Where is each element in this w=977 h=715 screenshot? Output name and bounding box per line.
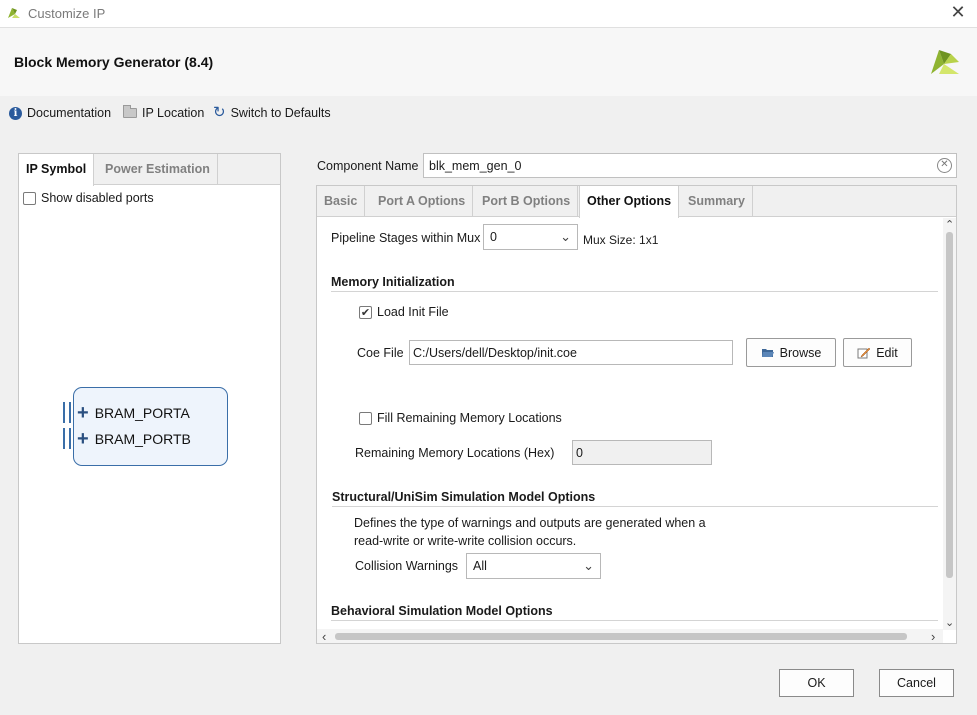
cancel-button[interactable]: Cancel xyxy=(879,669,954,697)
ip-symbol-block xyxy=(73,387,228,466)
window-title: Customize IP xyxy=(28,6,106,21)
section-divider xyxy=(332,506,938,507)
switch-defaults-button[interactable]: ↻ Switch to Defaults xyxy=(213,104,331,121)
fill-remaining-checkbox[interactable] xyxy=(359,411,372,425)
xilinx-logo-icon xyxy=(931,50,959,74)
ip-symbol-panel: IP Symbol Power Estimation Show disabled… xyxy=(18,153,281,644)
vertical-scrollbar[interactable]: ⌃ ⌄ xyxy=(943,218,956,630)
horizontal-scroll-thumb[interactable] xyxy=(335,633,907,640)
remaining-locations-input[interactable]: 0 xyxy=(572,440,712,465)
component-name-label: Component Name xyxy=(317,159,419,173)
expand-plus-icon[interactable]: + xyxy=(77,429,89,449)
cancel-label: Cancel xyxy=(897,676,936,690)
switch-defaults-label: Switch to Defaults xyxy=(230,106,331,120)
tab-power-estimation[interactable]: Power Estimation xyxy=(98,154,218,185)
page-title: Block Memory Generator (8.4) xyxy=(14,54,214,70)
tab-port-b-options[interactable]: Port B Options xyxy=(475,186,579,217)
app-logo-icon xyxy=(8,8,20,18)
remaining-locations-value: 0 xyxy=(576,446,583,460)
edit-label: Edit xyxy=(876,345,898,360)
load-init-label: Load Init File xyxy=(377,305,449,319)
port-a-label: BRAM_PORTA xyxy=(94,404,190,421)
coe-file-label: Coe File xyxy=(357,346,404,360)
scroll-left-icon[interactable]: ‹ xyxy=(322,629,326,644)
scroll-down-icon[interactable]: ⌄ xyxy=(945,616,954,629)
left-tab-bar: IP Symbol Power Estimation xyxy=(19,154,280,186)
scroll-right-icon[interactable]: › xyxy=(931,629,935,644)
memory-init-heading: Memory Initialization xyxy=(331,275,455,289)
show-disabled-ports-label: Show disabled ports xyxy=(41,191,154,205)
pipeline-stages-label: Pipeline Stages within Mux xyxy=(331,231,481,245)
bus-port-icon xyxy=(63,428,71,449)
section-divider xyxy=(331,620,938,621)
tab-port-a-options[interactable]: Port A Options xyxy=(371,186,474,217)
title-bar: Customize IP ✕ xyxy=(0,0,977,28)
info-icon: i xyxy=(9,106,22,120)
coe-file-value: C:/Users/dell/Desktop/init.coe xyxy=(413,346,577,360)
ok-button[interactable]: OK xyxy=(779,669,854,697)
chevron-down-icon: ⌄ xyxy=(583,558,594,573)
coe-file-input[interactable]: C:/Users/dell/Desktop/init.coe xyxy=(409,340,733,365)
tab-basic[interactable]: Basic xyxy=(317,186,366,217)
port-b-label: BRAM_PORTB xyxy=(94,430,191,447)
documentation-button[interactable]: i Documentation xyxy=(9,106,111,120)
vertical-scroll-thumb[interactable] xyxy=(946,232,953,578)
chevron-down-icon: ⌄ xyxy=(560,229,571,244)
expand-plus-icon[interactable]: + xyxy=(77,403,89,423)
folder-icon xyxy=(123,105,137,118)
ip-location-label: IP Location xyxy=(142,106,205,120)
close-icon[interactable]: ✕ xyxy=(947,2,969,23)
open-folder-icon xyxy=(761,349,774,357)
load-init-row[interactable]: ✔ Load Init File xyxy=(359,305,449,319)
collision-warnings-select[interactable]: All ⌄ xyxy=(466,553,601,579)
fill-remaining-label: Fill Remaining Memory Locations xyxy=(377,411,562,425)
browse-label: Browse xyxy=(779,345,822,360)
edit-button[interactable]: Edit xyxy=(843,338,912,367)
show-disabled-ports-checkbox[interactable] xyxy=(23,191,36,205)
remaining-locations-label: Remaining Memory Locations (Hex) xyxy=(355,446,555,460)
fill-remaining-row[interactable]: Fill Remaining Memory Locations xyxy=(359,411,562,425)
port-a-row[interactable]: + BRAM_PORTA xyxy=(63,402,190,423)
edit-icon xyxy=(857,347,871,358)
component-name-value: blk_mem_gen_0 xyxy=(429,159,522,173)
browse-button[interactable]: Browse xyxy=(746,338,836,367)
refresh-icon: ↻ xyxy=(213,104,226,121)
collision-warnings-label: Collision Warnings xyxy=(355,559,459,573)
structural-options-heading: Structural/UniSim Simulation Model Optio… xyxy=(332,490,596,504)
show-disabled-ports-row[interactable]: Show disabled ports xyxy=(23,191,154,205)
behavioral-options-heading: Behavioral Simulation Model Options xyxy=(331,604,553,618)
port-b-row[interactable]: + BRAM_PORTB xyxy=(63,428,191,449)
mux-size-label: Mux Size: 1x1 xyxy=(583,233,659,247)
pipeline-stages-value: 0 xyxy=(490,230,497,244)
load-init-checkbox[interactable]: ✔ xyxy=(359,305,372,319)
dialog-header: Block Memory Generator (8.4) xyxy=(0,28,977,96)
structural-desc-line1: Defines the type of warnings and outputs… xyxy=(354,516,706,530)
ip-location-button[interactable]: IP Location xyxy=(123,105,205,120)
options-tab-bar: Basic Port A Options Port B Options Othe… xyxy=(317,186,956,218)
clear-icon[interactable]: ✕ xyxy=(937,158,952,173)
documentation-label: Documentation xyxy=(27,106,112,120)
scroll-up-icon[interactable]: ⌃ xyxy=(945,218,954,231)
tab-other-options[interactable]: Other Options xyxy=(579,186,680,218)
component-name-input[interactable]: blk_mem_gen_0 ✕ xyxy=(423,153,957,178)
options-panel: Basic Port A Options Port B Options Othe… xyxy=(316,185,957,644)
ok-label: OK xyxy=(807,676,826,690)
tab-summary[interactable]: Summary xyxy=(681,186,753,217)
collision-warnings-value: All xyxy=(473,559,487,573)
pipeline-stages-select[interactable]: 0 ⌄ xyxy=(483,224,578,250)
structural-desc-line2: read-write or write-write collision occu… xyxy=(354,534,577,548)
section-divider xyxy=(331,291,938,292)
tab-ip-symbol[interactable]: IP Symbol xyxy=(19,154,95,186)
bus-port-icon xyxy=(63,402,71,423)
horizontal-scrollbar[interactable]: ‹ › xyxy=(317,629,943,644)
